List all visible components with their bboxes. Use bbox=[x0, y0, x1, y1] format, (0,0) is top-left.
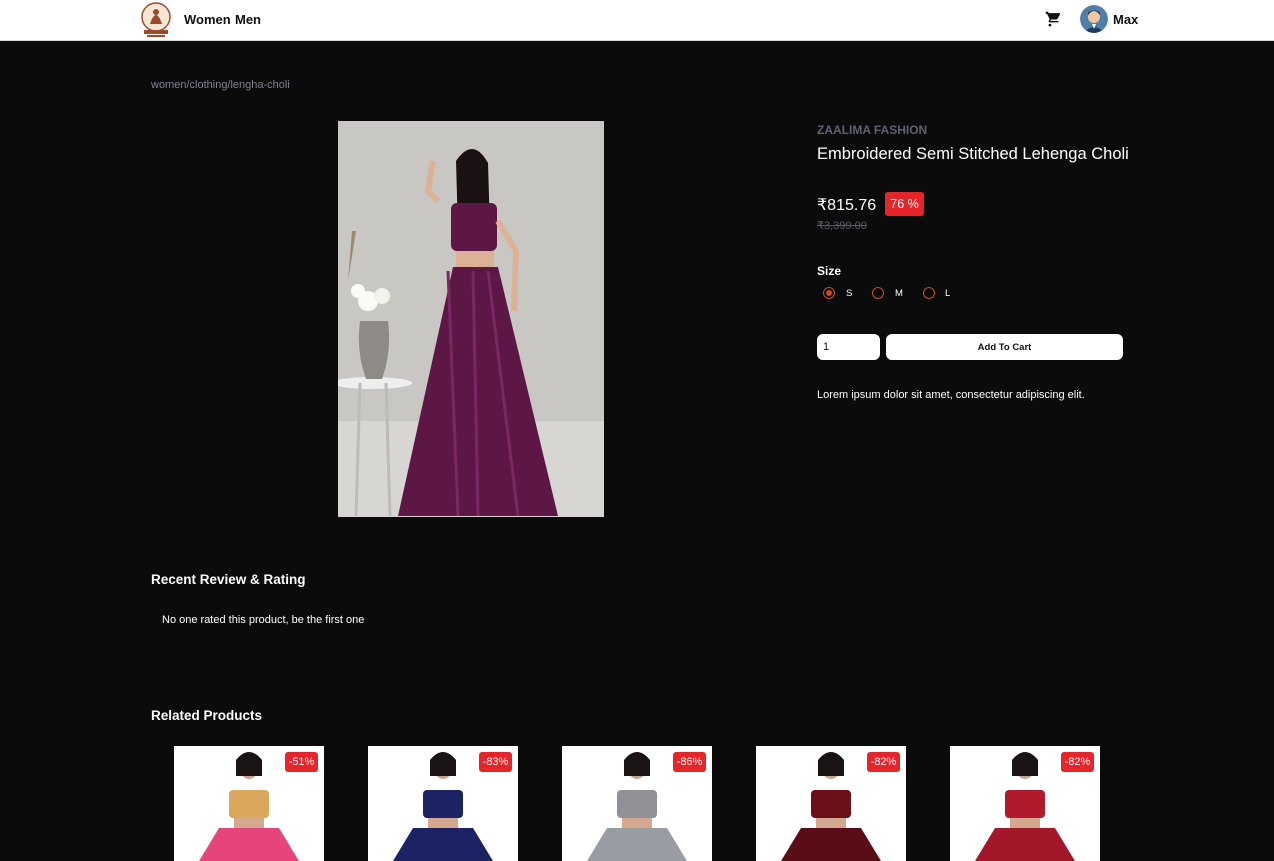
nav-men[interactable]: Men bbox=[235, 12, 261, 27]
card-discount-badge: -83% bbox=[479, 752, 512, 772]
related-product-card[interactable]: -83% bbox=[368, 746, 518, 861]
reviews-heading: Recent Review & Rating bbox=[151, 572, 306, 587]
original-price: ₹3,399.00 bbox=[817, 220, 867, 232]
product-description: Lorem ipsum dolor sit amet, consectetur … bbox=[817, 389, 1085, 401]
product-title: Embroidered Semi Stitched Lehenga Choli bbox=[817, 145, 1129, 163]
card-top-shape bbox=[811, 790, 851, 818]
related-heading: Related Products bbox=[151, 708, 263, 723]
cart-icon[interactable] bbox=[1045, 11, 1062, 28]
no-reviews-text: No one rated this product, be the first … bbox=[162, 614, 365, 626]
related-product-card[interactable]: -51% bbox=[174, 746, 324, 861]
discount-badge: 76 % bbox=[885, 192, 924, 216]
size-radio-s[interactable] bbox=[823, 287, 835, 299]
product-image bbox=[332, 121, 604, 517]
related-product-card[interactable]: -82% bbox=[756, 746, 906, 861]
size-label-m: M bbox=[895, 288, 903, 299]
nav-women[interactable]: Women bbox=[184, 12, 231, 27]
size-radio-l[interactable] bbox=[923, 287, 935, 299]
quantity-input[interactable] bbox=[817, 334, 880, 360]
card-discount-badge: -82% bbox=[867, 752, 900, 772]
user-avatar[interactable] bbox=[1080, 5, 1108, 33]
related-product-card[interactable]: -86% bbox=[562, 746, 712, 861]
card-top-shape bbox=[229, 790, 269, 818]
card-discount-badge: -51% bbox=[285, 752, 318, 772]
product-price: ₹815.76 bbox=[817, 197, 877, 214]
breadcrumb[interactable]: women/clothing/lengha-choli bbox=[151, 79, 290, 91]
size-label: Size bbox=[817, 264, 842, 278]
top-navbar: Women Men Max bbox=[0, 0, 1274, 41]
card-discount-badge: -82% bbox=[1061, 752, 1094, 772]
related-product-card[interactable]: -82% bbox=[950, 746, 1100, 861]
card-top-shape bbox=[617, 790, 657, 818]
size-radio-m[interactable] bbox=[872, 287, 884, 299]
product-brand: ZAALIMA FASHION bbox=[817, 123, 928, 137]
size-label-l: L bbox=[945, 288, 951, 299]
card-discount-badge: -86% bbox=[673, 752, 706, 772]
brand-logo[interactable] bbox=[140, 2, 172, 38]
card-top-shape bbox=[423, 790, 463, 818]
add-to-cart-button[interactable]: Add To Cart bbox=[886, 334, 1123, 360]
user-name[interactable]: Max bbox=[1113, 12, 1138, 27]
size-label-s: S bbox=[846, 288, 853, 299]
card-top-shape bbox=[1005, 790, 1045, 818]
